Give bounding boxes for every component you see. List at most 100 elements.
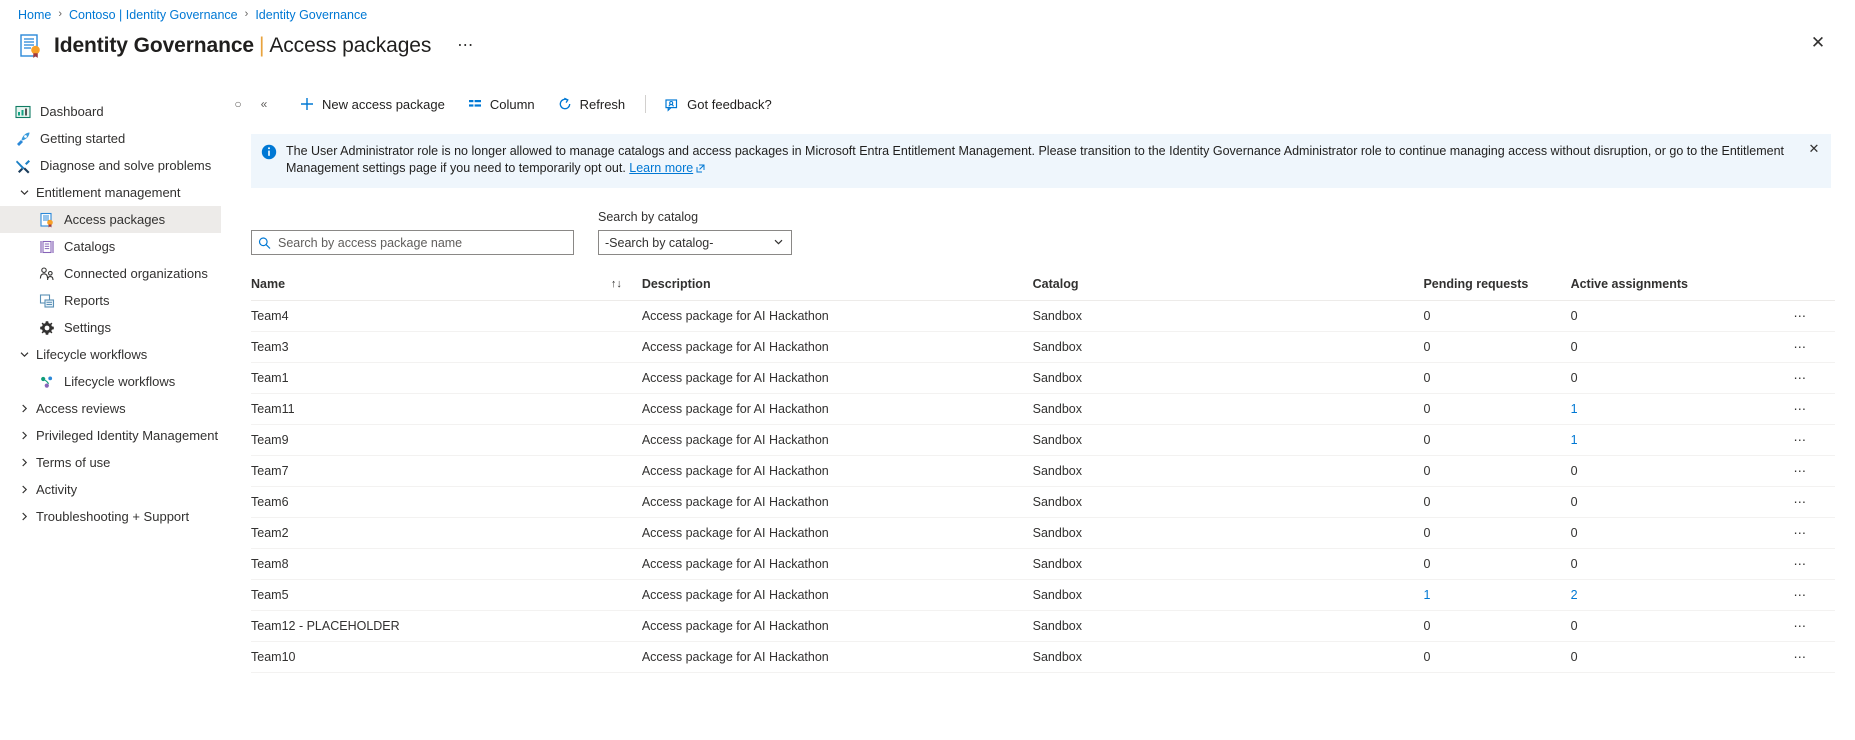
table-header: Name ↑↓ Description Catalog Pending requ…	[251, 277, 1835, 301]
row-context-menu-button[interactable]: ⋯	[1765, 300, 1835, 332]
sidebar-item-catalogs[interactable]: Catalogs	[0, 233, 221, 260]
sidebar-item-getting-started[interactable]: Getting started	[0, 125, 221, 152]
cell-catalog-text: Sandbox	[1032, 309, 1082, 323]
table-row[interactable]: Team2 Access package for AI Hackathon Sand…	[251, 517, 1835, 549]
column-header-catalog[interactable]: Catalog	[1032, 277, 1424, 301]
cell-name-text: Team8	[251, 557, 289, 571]
column-header-description[interactable]: Description	[641, 277, 1033, 301]
sidebar-item-label: Settings	[64, 320, 111, 335]
cell-description-text: Access package for AI Hackathon	[641, 464, 829, 478]
row-context-menu-button[interactable]: ⋯	[1765, 548, 1835, 580]
breadcrumb-item-home[interactable]: Home	[18, 8, 51, 22]
people-icon	[38, 265, 56, 283]
cell-catalog: Sandbox	[1032, 300, 1424, 332]
cell-description: Access package for AI Hackathon	[641, 579, 1033, 611]
sidebar-group-activity[interactable]: Activity	[0, 476, 221, 503]
row-context-menu-button[interactable]: ⋯	[1765, 641, 1835, 673]
cell-pending-requests-text: 0	[1423, 495, 1431, 509]
sidebar-item-reports[interactable]: Reports	[0, 287, 221, 314]
cell-description: Access package for AI Hackathon	[641, 548, 1033, 580]
row-context-menu-button[interactable]: ⋯	[1765, 455, 1835, 487]
sidebar-item-lifecycle-workflows[interactable]: Lifecycle workflows	[0, 368, 221, 395]
row-context-menu-button[interactable]: ⋯	[1765, 579, 1835, 611]
table-row[interactable]: Team9 Access package for AI Hackathon Sand…	[251, 424, 1835, 456]
dismiss-banner-button[interactable]: ✕	[1803, 138, 1825, 160]
table-row[interactable]: Team3 Access package for AI Hackathon Sand…	[251, 331, 1835, 363]
row-context-menu-button[interactable]: ⋯	[1765, 610, 1835, 642]
row-context-menu-button[interactable]: ⋯	[1765, 424, 1835, 456]
chevron-right-icon	[16, 455, 32, 471]
table-row[interactable]: Team6 Access package for AI Hackathon Sand…	[251, 486, 1835, 518]
cell-active-assignments-text[interactable]: 1	[1571, 402, 1578, 416]
breadcrumb-item-contoso[interactable]: Contoso | Identity Governance	[69, 8, 238, 22]
table-row[interactable]: Team4 Access package for AI Hackathon Sand…	[251, 300, 1835, 332]
got-feedback-button[interactable]: Got feedback?	[654, 90, 782, 118]
chevron-down-icon	[16, 185, 32, 201]
cell-active-assignments[interactable]: 2	[1570, 579, 1766, 611]
sidebar-group-troubleshooting-support[interactable]: Troubleshooting + Support	[0, 503, 221, 530]
cell-pending-requests: 0	[1423, 486, 1571, 518]
page-title-main: Identity Governance	[54, 34, 254, 57]
sidebar-item-label: Lifecycle workflows	[64, 374, 176, 389]
breadcrumb-item-identity-governance[interactable]: Identity Governance	[255, 8, 367, 22]
sidebar-group-privileged-identity-management[interactable]: Privileged Identity Management	[0, 422, 221, 449]
table-row[interactable]: Team1 Access package for AI Hackathon Sand…	[251, 362, 1835, 394]
column-header-actions	[1765, 277, 1835, 301]
table-row[interactable]: Team12 - PLACEHOLDER Access package for A…	[251, 610, 1835, 642]
cell-pending-requests[interactable]: 1	[1423, 579, 1571, 611]
learn-more-link[interactable]: Learn more	[629, 161, 693, 175]
cell-catalog: Sandbox	[1032, 579, 1424, 611]
search-input[interactable]	[251, 230, 574, 255]
collapse-sidebar-button[interactable]: «	[251, 91, 277, 117]
table-row[interactable]: Team11 Access package for AI Hackathon San…	[251, 393, 1835, 425]
access-package-icon	[38, 211, 56, 229]
sidebar-group-lifecycle-workflows[interactable]: Lifecycle workflows	[0, 341, 221, 368]
column-button[interactable]: Column	[457, 90, 545, 118]
pin-blade-button[interactable]: ○	[225, 91, 251, 117]
sidebar-group-terms-of-use[interactable]: Terms of use	[0, 449, 221, 476]
sort-icon[interactable]: ↑↓	[611, 278, 642, 290]
column-header-name[interactable]: Name ↑↓	[251, 277, 642, 301]
column-header-active-assignments[interactable]: Active assignments	[1570, 277, 1766, 301]
chevron-down-icon	[16, 347, 32, 363]
page-overflow-menu-button[interactable]: ⋯	[451, 38, 480, 54]
sidebar-item-diagnose-and-solve-problems[interactable]: Diagnose and solve problems	[0, 152, 221, 179]
refresh-button[interactable]: Refresh	[547, 90, 636, 118]
column-header-pending-requests[interactable]: Pending requests	[1423, 277, 1571, 301]
search-input-wrapper	[251, 230, 574, 255]
cell-active-assignments[interactable]: 1	[1570, 424, 1766, 456]
sidebar-group-entitlement-management[interactable]: Entitlement management	[0, 179, 221, 206]
table-row[interactable]: Team8 Access package for AI Hackathon Sand…	[251, 548, 1835, 580]
cell-active-assignments-text[interactable]: 2	[1571, 588, 1578, 602]
row-context-menu-button[interactable]: ⋯	[1765, 393, 1835, 425]
sidebar-item-connected-organizations[interactable]: Connected organizations	[0, 260, 221, 287]
cell-name: Team1	[251, 362, 642, 394]
cell-name: Team7	[251, 455, 642, 487]
sidebar-item-label: Catalogs	[64, 239, 116, 254]
cell-active-assignments-text[interactable]: 1	[1571, 433, 1578, 447]
table-row[interactable]: Team10 Access package for AI Hackathon San…	[251, 641, 1835, 673]
cell-description: Access package for AI Hackathon	[641, 424, 1033, 456]
cell-pending-requests-text[interactable]: 1	[1423, 588, 1430, 602]
columns-icon	[467, 96, 483, 112]
cell-name-text: Team10	[251, 650, 296, 664]
sidebar-item-access-packages[interactable]: Access packages	[0, 206, 221, 233]
row-context-menu-button[interactable]: ⋯	[1765, 331, 1835, 363]
cell-pending-requests: 0	[1423, 610, 1571, 642]
row-context-menu-button[interactable]: ⋯	[1765, 362, 1835, 394]
table-row[interactable]: Team7 Access package for AI Hackathon Sand…	[251, 455, 1835, 487]
table-row[interactable]: Team5 Access package for AI Hackathon Sand…	[251, 579, 1835, 611]
cell-active-assignments[interactable]: 1	[1570, 393, 1766, 425]
info-banner-text: The User Administrator role is no longer…	[286, 143, 1821, 178]
plus-icon	[299, 96, 315, 112]
table-header-row: Name ↑↓ Description Catalog Pending requ…	[251, 277, 1835, 301]
sidebar-item-settings[interactable]: Settings	[0, 314, 221, 341]
row-context-menu-button[interactable]: ⋯	[1765, 517, 1835, 549]
sidebar-group-access-reviews[interactable]: Access reviews	[0, 395, 221, 422]
sidebar-item-dashboard[interactable]: Dashboard	[0, 98, 221, 125]
close-blade-button[interactable]: ✕	[1803, 28, 1833, 58]
catalog-select[interactable]: -Search by catalog- Sandbox	[598, 230, 792, 255]
row-context-menu-button[interactable]: ⋯	[1765, 486, 1835, 518]
new-access-package-button[interactable]: New access package	[289, 90, 455, 118]
cell-catalog: Sandbox	[1032, 641, 1424, 673]
